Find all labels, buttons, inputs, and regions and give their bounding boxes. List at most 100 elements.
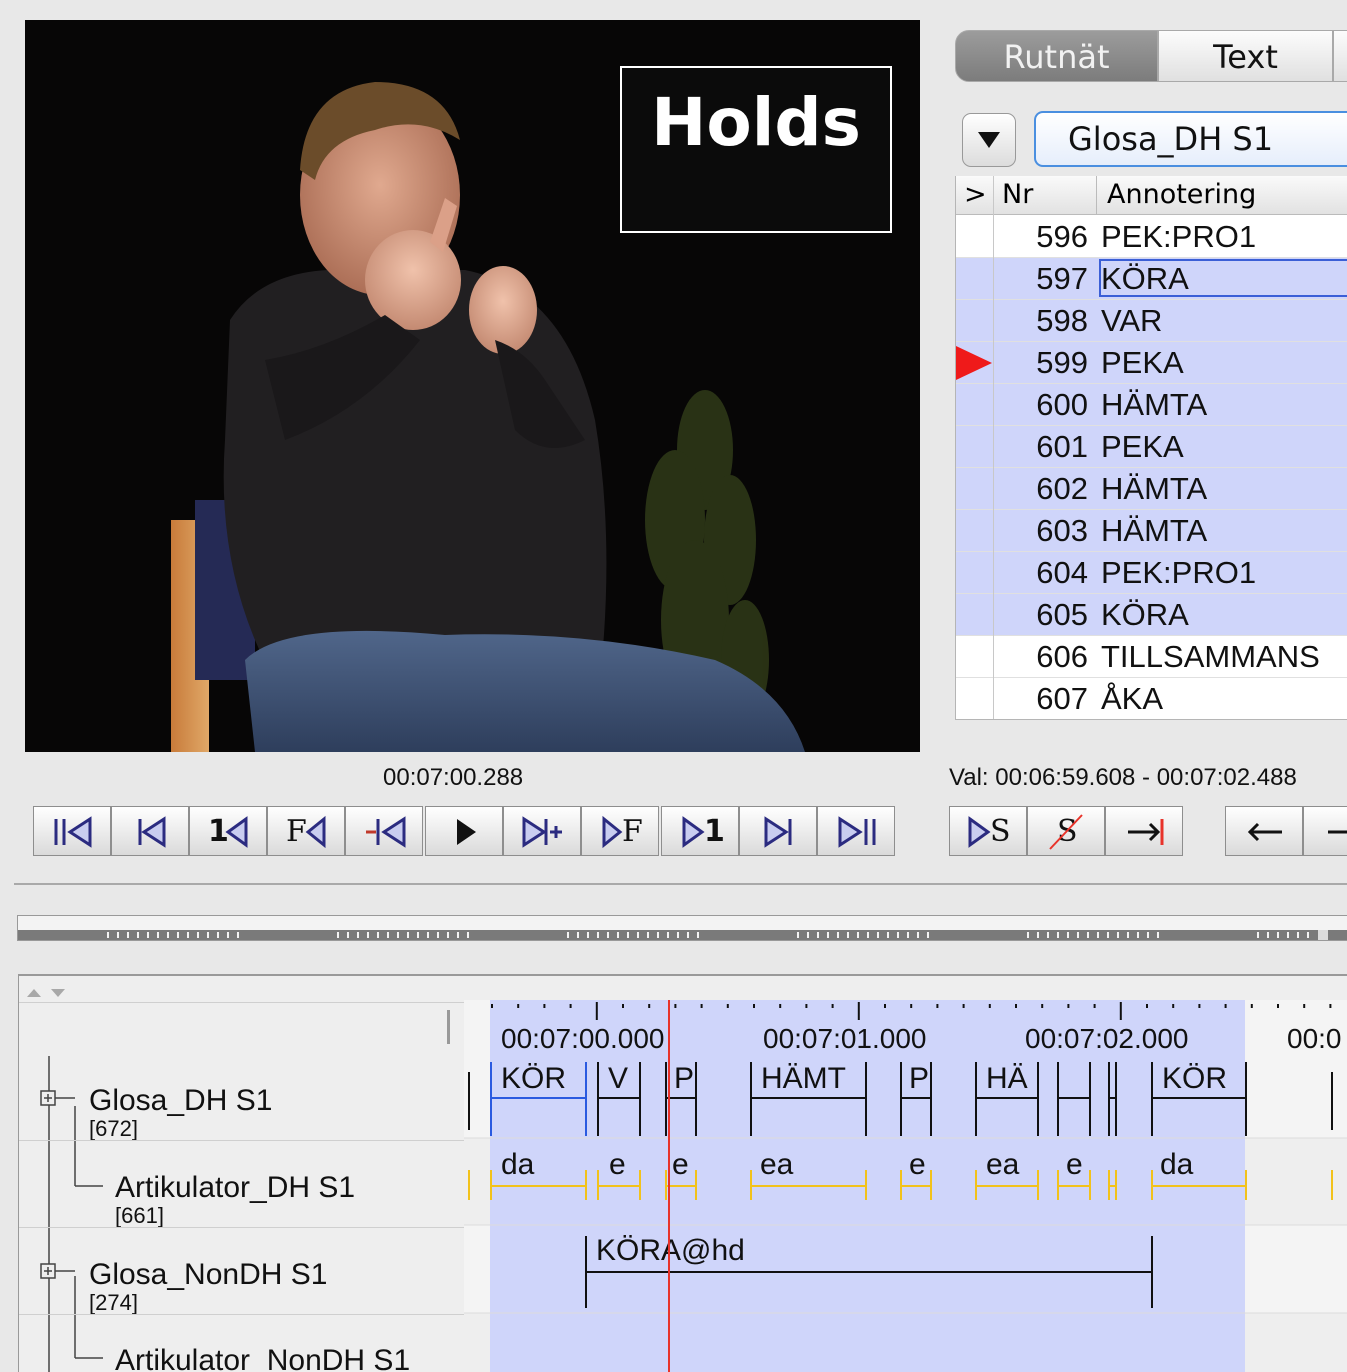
previous-second-button[interactable]: 1: [189, 806, 267, 856]
grid-column-divider: [993, 176, 994, 719]
grid-header-flag[interactable]: >: [964, 176, 987, 214]
tier-select[interactable]: Glosa_DH S1: [1034, 111, 1347, 167]
grid-header-nr[interactable]: Nr: [1002, 176, 1033, 214]
annotation-label: e: [909, 1148, 926, 1181]
grid-cell-annotation[interactable]: PEKA: [1101, 342, 1184, 384]
tier-name-artikulator-nondh[interactable]: Artikulator_NonDH S1: [115, 1344, 410, 1372]
grid-row[interactable]: 604 PEK:PRO1: [956, 552, 1347, 594]
clear-selection-button[interactable]: S: [1027, 806, 1105, 856]
grid-row[interactable]: 605 KÖRA: [956, 594, 1347, 636]
grid-row[interactable]: 607 ÅKA: [956, 678, 1347, 719]
grid-cell-nr: 603: [1036, 513, 1088, 548]
next-pixel-button[interactable]: [503, 806, 581, 856]
tier-row-divider: [19, 1314, 465, 1315]
next-scrollview-button[interactable]: [739, 806, 817, 856]
annotation-label: P: [909, 1062, 929, 1095]
annotation-label: da: [501, 1148, 535, 1181]
grid-cell-annotation[interactable]: HÄMTA: [1101, 384, 1207, 426]
skip-to-end-icon: [838, 816, 876, 848]
ruler-time-label: 00:0: [1287, 1023, 1342, 1054]
current-annotation-marker-icon: [956, 346, 992, 380]
back-pixel-icon: [366, 816, 406, 848]
tab-more[interactable]: [1333, 30, 1347, 82]
previous-scrollview-button[interactable]: [111, 806, 189, 856]
arrow-right-icon: [1328, 830, 1347, 834]
grid-cell-nr: 596: [1036, 219, 1088, 254]
grid-row[interactable]: 602 HÄMTA: [956, 468, 1347, 510]
tier-name-artikulator-dh[interactable]: Artikulator_DH S1: [115, 1171, 355, 1205]
overview-ruler-ticks: [18, 930, 1347, 940]
go-to-begin-button[interactable]: [33, 806, 111, 856]
selection-right-button[interactable]: [1303, 806, 1347, 856]
tier-count-glosa-nondh: [274]: [89, 1290, 138, 1315]
next-frame-button[interactable]: F: [581, 806, 659, 856]
grid-row[interactable]: 597 KÖRA: [956, 258, 1347, 300]
triangle-down-icon: [978, 132, 1000, 148]
to-boundary-icon: [1128, 819, 1164, 845]
annotation-label: ea: [760, 1148, 794, 1181]
previous-frame-button[interactable]: F: [267, 806, 345, 856]
annotation-label: KÖR: [501, 1062, 566, 1095]
grid-header: > Nr Annotering: [956, 176, 1347, 215]
play-pause-button[interactable]: [425, 806, 503, 856]
grid-cell-nr: 606: [1036, 639, 1088, 674]
annotation-canvas[interactable]: 00:07:00.000 00:07:01.000 00:07:02.000 00:0…: [464, 1000, 1347, 1372]
grid-row[interactable]: 599 PEKA: [956, 342, 1347, 384]
tier-row-divider: [19, 1140, 465, 1141]
selection-readout: Val: 00:06:59.608 - 00:07:02.488: [949, 764, 1297, 791]
clear-selection-icon: [1049, 814, 1083, 850]
annotation-label: HÄMT: [761, 1062, 846, 1095]
grid-cell-nr: 602: [1036, 471, 1088, 506]
grid-row[interactable]: 601 PEKA: [956, 426, 1347, 468]
grid-cell-nr: 600: [1036, 387, 1088, 422]
grid-row[interactable]: 606 TILLSAMMANS: [956, 636, 1347, 678]
previous-pixel-button[interactable]: [345, 806, 423, 856]
annotation-grid: > Nr Annotering 596 PEK:PRO1 597 KÖRA 598 VAR…: [955, 176, 1347, 720]
forward-one-second-icon: [682, 816, 705, 848]
previous-page-icon: [138, 816, 166, 848]
grid-cell-annotation[interactable]: VAR: [1101, 300, 1162, 342]
go-to-end-button[interactable]: [817, 806, 895, 856]
tier-name-glosa-nondh[interactable]: Glosa_NonDH S1: [89, 1258, 327, 1292]
grid-cell-annotation[interactable]: HÄMTA: [1101, 510, 1207, 552]
annotation-label: KÖR: [1162, 1062, 1227, 1095]
grid-cell-annotation[interactable]: KÖRA: [1101, 594, 1189, 636]
annotation-label: e: [672, 1148, 689, 1181]
grid-cell-nr: 597: [1036, 261, 1088, 296]
tier-row-divider: [19, 1227, 465, 1228]
grid-row[interactable]: 600 HÄMTA: [956, 384, 1347, 426]
to-selection-end-button[interactable]: [1105, 806, 1183, 856]
skip-to-start-icon: [54, 816, 92, 848]
tab-text[interactable]: Text: [1158, 30, 1333, 82]
grid-cell-annotation[interactable]: ÅKA: [1101, 678, 1163, 719]
play-selection-button[interactable]: S: [949, 806, 1027, 856]
tab-rutnat[interactable]: Rutnät: [955, 30, 1158, 82]
tier-name-glosa-dh[interactable]: Glosa_DH S1: [89, 1084, 272, 1118]
grid-cell-annotation[interactable]: PEK:PRO1: [1101, 552, 1256, 594]
annotation-label: P: [674, 1062, 694, 1095]
overview-ruler[interactable]: [17, 915, 1347, 941]
panel-divider: [14, 883, 1347, 885]
grid-cell-annotation[interactable]: PEK:PRO1: [1101, 216, 1256, 258]
tier-dropdown-button[interactable]: [962, 113, 1016, 167]
next-second-button[interactable]: 1: [661, 806, 739, 856]
grid-cell-annotation[interactable]: HÄMTA: [1101, 468, 1207, 510]
grid-cell-annotation[interactable]: TILLSAMMANS: [1101, 636, 1320, 678]
grid-row[interactable]: 603 HÄMTA: [956, 510, 1347, 552]
grid-cell-nr: 604: [1036, 555, 1088, 590]
selection-left-button[interactable]: [1225, 806, 1303, 856]
tier-panel-resize-handle[interactable]: [447, 1010, 450, 1044]
grid-row[interactable]: 598 VAR: [956, 300, 1347, 342]
tier-count-glosa-dh: [672]: [89, 1116, 138, 1141]
annotation-label: da: [1160, 1148, 1194, 1181]
video-viewer[interactable]: Holds: [25, 20, 920, 752]
next-page-icon: [764, 816, 792, 848]
grid-cell-annotation[interactable]: PEKA: [1101, 426, 1184, 468]
grid-header-annotation[interactable]: Annotering: [1096, 176, 1256, 214]
annotation-label: e: [1066, 1148, 1083, 1181]
grid-cell-nr: 598: [1036, 303, 1088, 338]
current-time-readout: 00:07:00.288: [383, 764, 524, 791]
back-frame-icon: [305, 815, 326, 849]
grid-row[interactable]: 596 PEK:PRO1: [956, 216, 1347, 258]
holds-overlay-title: Holds: [651, 84, 861, 161]
